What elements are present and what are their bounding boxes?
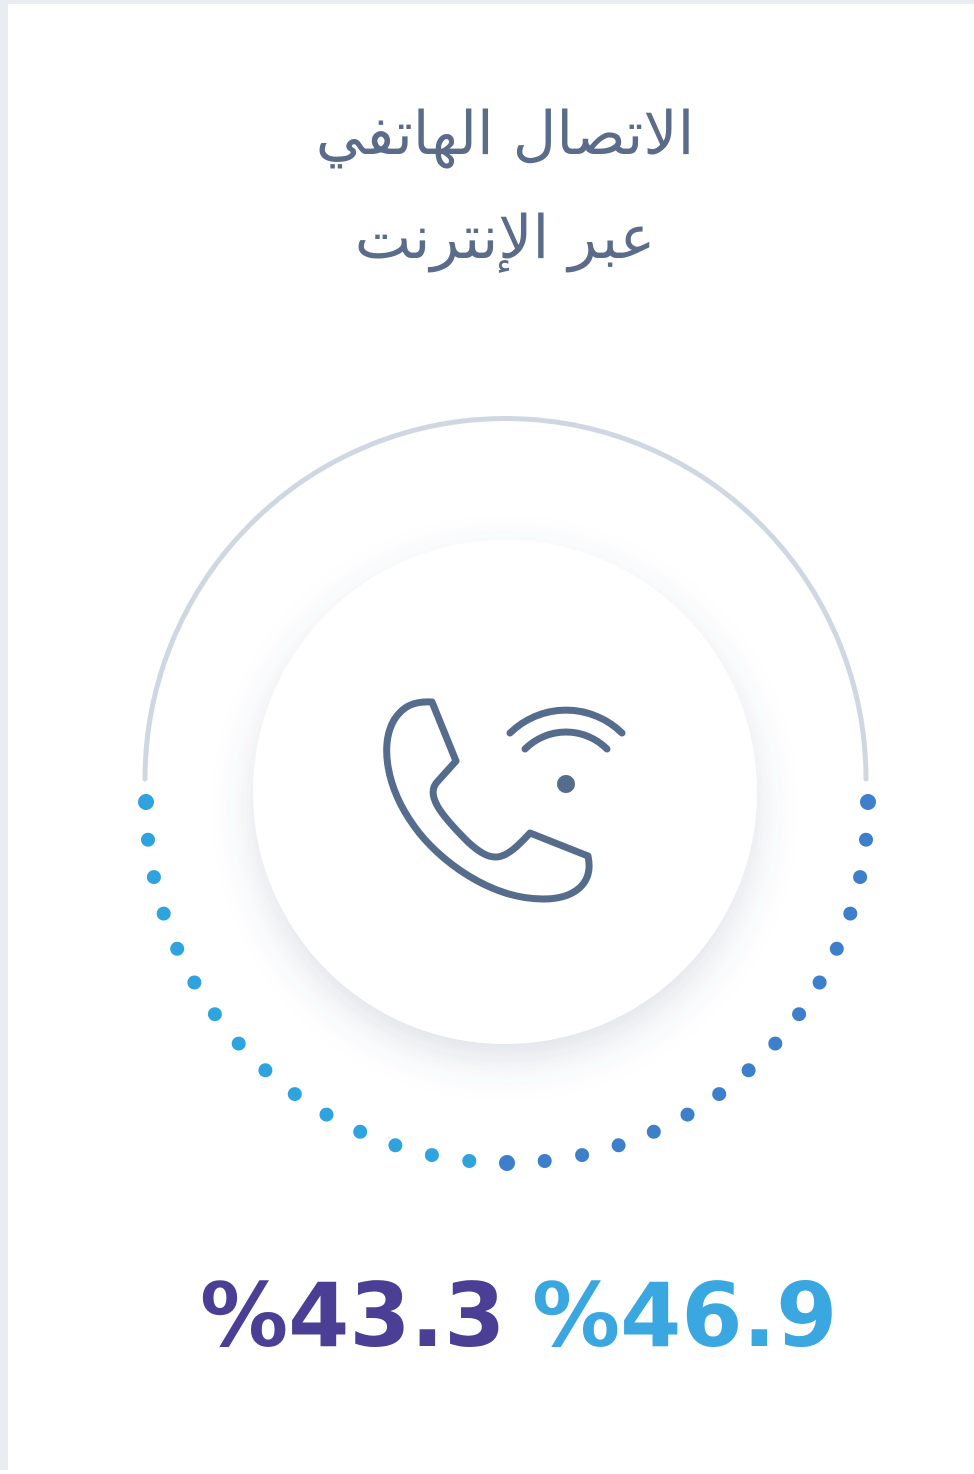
dot xyxy=(860,794,876,810)
dot xyxy=(853,870,868,885)
dot xyxy=(812,975,827,990)
dot xyxy=(829,941,844,956)
dot xyxy=(319,1107,334,1122)
inner-circle xyxy=(253,540,757,1044)
dot xyxy=(537,1154,552,1168)
voip-stat-card: الاتصال الهاتفي عبر الإنترنت %43.3 %46.9 xyxy=(0,0,974,1470)
dot xyxy=(792,1007,807,1022)
dot xyxy=(741,1063,756,1078)
stat-value-purple: %43.3 xyxy=(200,1264,506,1367)
dot xyxy=(207,1007,222,1022)
dot xyxy=(388,1138,403,1153)
dot xyxy=(353,1124,368,1139)
dot xyxy=(768,1036,783,1051)
dot xyxy=(575,1148,590,1163)
dot xyxy=(138,794,154,810)
dot xyxy=(499,1155,515,1171)
dot xyxy=(170,941,185,956)
dot xyxy=(712,1087,727,1102)
dot xyxy=(611,1138,626,1153)
dot xyxy=(843,906,858,921)
stats-row: %43.3 %46.9 xyxy=(8,1266,974,1366)
wifi-dot xyxy=(557,775,575,793)
dot xyxy=(680,1107,695,1122)
dot xyxy=(231,1036,246,1051)
dot xyxy=(462,1154,477,1168)
gauge xyxy=(138,416,876,1171)
dot xyxy=(646,1124,661,1139)
dot xyxy=(146,870,161,885)
dot xyxy=(141,832,155,847)
dot xyxy=(859,832,873,847)
dot xyxy=(187,975,202,990)
stat-value-blue: %46.9 xyxy=(532,1264,838,1367)
dot xyxy=(287,1087,302,1102)
dot xyxy=(156,906,171,921)
dot xyxy=(424,1148,439,1163)
dot xyxy=(258,1063,273,1078)
